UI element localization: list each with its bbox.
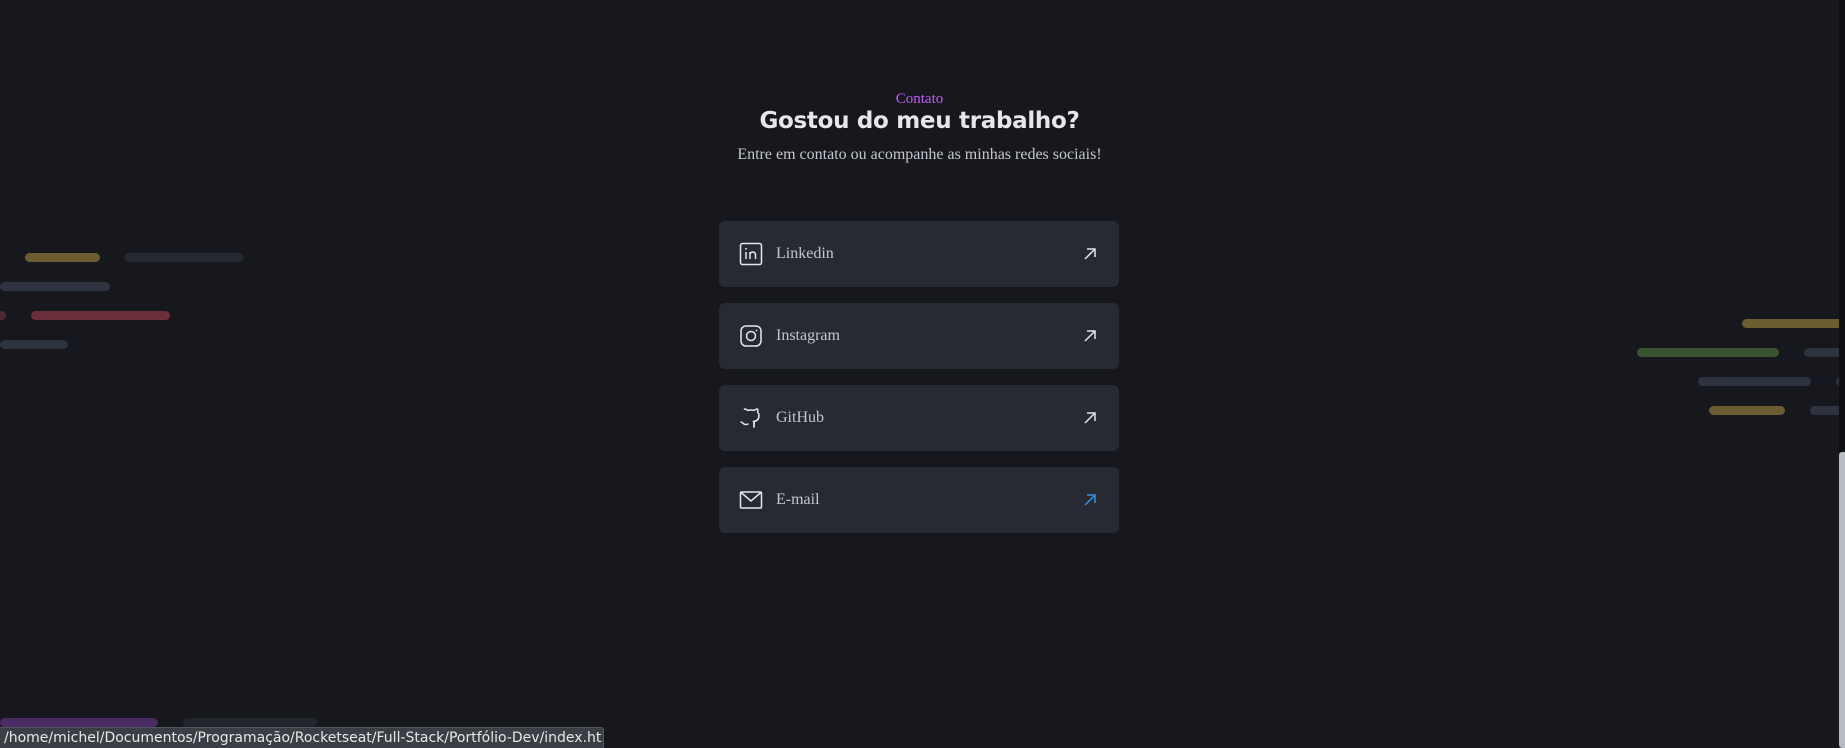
decor-code-line	[1698, 377, 1811, 386]
section-eyebrow: Contato	[895, 91, 944, 107]
contact-links: Linkedin Instagram GitHub E-mail	[719, 221, 1119, 549]
section-subtitle: Entre em contato ou acompanhe as minhas …	[737, 146, 1102, 163]
decor-code-line	[124, 253, 244, 262]
arrow-up-right-icon	[1081, 327, 1099, 345]
decor-code-line	[0, 340, 68, 349]
linkedin-icon	[739, 242, 763, 266]
section-heading: Gostou do meu trabalho?	[759, 108, 1080, 134]
decor-code-line	[0, 718, 158, 727]
github-link[interactable]: GitHub	[719, 385, 1119, 451]
decor-code-line	[1637, 348, 1779, 357]
decor-code-line	[1709, 406, 1785, 415]
decor-code-line	[183, 718, 317, 727]
page-scrollbar[interactable]	[1839, 0, 1845, 748]
instagram-link[interactable]: Instagram	[719, 303, 1119, 369]
instagram-icon	[739, 324, 763, 348]
arrow-up-right-icon	[1081, 491, 1099, 509]
link-status-bar: /home/michel/Documentos/Programação/Rock…	[0, 727, 604, 748]
instagram-label: Instagram	[776, 327, 840, 344]
page: Contato Gostou do meu trabalho? Entre em…	[0, 0, 1845, 748]
email-link[interactable]: E-mail	[719, 467, 1119, 533]
linkedin-link[interactable]: Linkedin	[719, 221, 1119, 287]
scrollbar-thumb[interactable]	[1839, 452, 1845, 748]
arrow-up-right-icon	[1081, 245, 1099, 263]
linkedin-label: Linkedin	[776, 245, 834, 262]
decor-code-line	[25, 253, 100, 262]
decor-code-line	[0, 282, 110, 291]
decor-code-line	[1742, 319, 1845, 328]
arrow-up-right-icon	[1081, 409, 1099, 427]
mail-icon	[739, 488, 763, 512]
email-label: E-mail	[776, 491, 820, 508]
decor-code-line	[0, 311, 6, 320]
github-label: GitHub	[776, 409, 824, 426]
decor-code-line	[31, 311, 170, 320]
github-icon	[739, 406, 763, 430]
